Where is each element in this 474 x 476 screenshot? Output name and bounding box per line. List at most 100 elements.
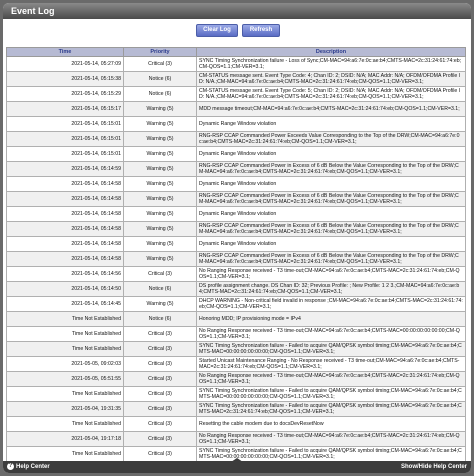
cell-time: 2021-05-04, 19:31:35	[6, 401, 124, 417]
cell-description: RNG-RSP CCAP Commanded Power Exceeds Val…	[196, 131, 466, 147]
cell-priority: Critical (3)	[123, 326, 197, 342]
event-log-window: Event Log Clear Log Refresh Time Priorit…	[3, 3, 471, 473]
cell-priority: Critical (3)	[123, 356, 197, 372]
cell-priority: Critical (3)	[123, 416, 197, 432]
cell-priority: Warning (5)	[123, 221, 197, 237]
cell-description: CM-STATUS message sent. Event Type Code:…	[196, 86, 466, 102]
cell-priority: Notice (6)	[123, 86, 197, 102]
cell-description: SYNC Timing Synchronization failure - Fa…	[196, 386, 466, 402]
cell-priority: Notice (6)	[123, 281, 197, 297]
cell-description: Dynamic Range Window violation	[196, 146, 466, 162]
cell-priority: Warning (5)	[123, 161, 197, 177]
column-header-time[interactable]: Time	[6, 47, 124, 57]
table-row: 2021-05-14, 05:15:17 Warning (5) MDD messa…	[6, 101, 466, 117]
show-hide-help-center-link[interactable]: Show/Hide Help Center	[401, 461, 467, 473]
cell-description: RNG-RSP CCAP Commanded Power in Excess o…	[196, 161, 466, 177]
cell-time: 2021-05-14, 05:14:56	[6, 266, 124, 282]
cell-description: Dynamic Range Window violation	[196, 116, 466, 132]
cell-priority: Critical (3)	[123, 266, 197, 282]
table-row: 2021-05-14, 05:15:29 Notice (6) CM-STATUS …	[6, 86, 466, 102]
table-row: 2021-05-14, 05:14:45 Warning (5) DHCP WARN…	[6, 296, 466, 312]
cell-time: 2021-05-04, 19:17:18	[6, 431, 124, 447]
table-row: 2021-05-05, 05:51:55 Critical (3) No Rangi…	[6, 371, 466, 387]
window-title: Event Log	[3, 3, 471, 19]
cell-time: Time Not Established	[6, 386, 124, 402]
cell-description: DHCP WARNING - Non-critical field invali…	[196, 296, 466, 312]
cell-priority: Critical (3)	[123, 401, 197, 417]
cell-priority: Critical (3)	[123, 446, 197, 462]
cell-priority: Warning (5)	[123, 116, 197, 132]
cell-time: 2021-05-05, 05:51:55	[6, 371, 124, 387]
table-row: 2021-05-14, 05:15:01 Warning (5) RNG-RSP C…	[6, 131, 466, 147]
cell-description: No Ranging Response received - T3 time-o…	[196, 431, 466, 447]
cell-time: Time Not Established	[6, 416, 124, 432]
refresh-button[interactable]: Refresh	[242, 24, 280, 37]
cell-description: CM-STATUS message sent. Event Type Code:…	[196, 71, 466, 87]
cell-description: No Ranging Response received - T3 time-o…	[196, 371, 466, 387]
clear-log-button[interactable]: Clear Log	[196, 24, 238, 37]
cell-description: DS profile assignment change. DS Chan ID…	[196, 281, 466, 297]
cell-time: 2021-05-14, 05:27:09	[6, 56, 124, 72]
cell-description: Started Unicast Maintenance Ranging - No…	[196, 356, 466, 372]
cell-priority: Warning (5)	[123, 206, 197, 222]
cell-priority: Warning (5)	[123, 101, 197, 117]
cell-time: 2021-05-14, 05:15:01	[6, 131, 124, 147]
drawer-handle[interactable]	[231, 458, 243, 462]
cell-priority: Warning (5)	[123, 131, 197, 147]
table-body: 2021-05-14, 05:27:09 Critical (3) SYNC Tim…	[6, 56, 466, 473]
help-center-link[interactable]: ? Help Center	[7, 461, 50, 473]
table-row: 2021-05-04, 19:31:35 Critical (3) SYNC Tim…	[6, 401, 466, 417]
cell-time: 2021-05-14, 05:15:29	[6, 86, 124, 102]
table-row: 2021-05-14, 05:15:01 Warning (5) Dynamic R…	[6, 116, 466, 132]
table-row: 2021-05-14, 05:15:38 Notice (6) CM-STATUS …	[6, 71, 466, 87]
table-row: 2021-05-14, 05:14:58 Warning (5) Dynamic R…	[6, 206, 466, 222]
cell-priority: Critical (3)	[123, 56, 197, 72]
cell-priority: Critical (3)	[123, 431, 197, 447]
table-header-row: Time Priority Description	[6, 47, 466, 57]
cell-description: No Ranging Response received - T3 time-o…	[196, 266, 466, 282]
cell-time: 2021-05-14, 05:14:58	[6, 176, 124, 192]
cell-priority: Critical (3)	[123, 386, 197, 402]
cell-priority: Warning (5)	[123, 191, 197, 207]
cell-priority: Notice (6)	[123, 71, 197, 87]
cell-priority: Notice (6)	[123, 311, 197, 327]
column-header-description[interactable]: Description	[196, 47, 466, 57]
action-bar: Clear Log Refresh	[3, 19, 471, 39]
cell-description: Dynamic Range Window violation	[196, 236, 466, 252]
table-row: Time Not Established Critical (3) No Rangi…	[6, 326, 466, 342]
cell-time: 2021-05-14, 05:14:45	[6, 296, 124, 312]
cell-time: 2021-05-05, 09:02:03	[6, 356, 124, 372]
table-row: Time Not Established Notice (6) Honoring M…	[6, 311, 466, 327]
table-row: 2021-05-14, 05:14:59 Warning (5) RNG-RSP C…	[6, 161, 466, 177]
cell-time: 2021-05-14, 05:14:50	[6, 281, 124, 297]
table-row: Time Not Established Critical (3) SYNC Tim…	[6, 386, 466, 402]
cell-description: SYNC Timing Synchronization failure - Lo…	[196, 56, 466, 72]
help-center-label: Help Center	[16, 464, 50, 470]
table-row: 2021-05-14, 05:15:01 Warning (5) Dynamic R…	[6, 146, 466, 162]
cell-description: SYNC Timing Synchronization failure - Fa…	[196, 341, 466, 357]
cell-time: Time Not Established	[6, 446, 124, 462]
table-row: 2021-05-14, 05:14:56 Critical (3) No Rangi…	[6, 266, 466, 282]
column-header-priority[interactable]: Priority	[123, 47, 197, 57]
cell-description: Resetting the cable modem due to docsDev…	[196, 416, 466, 432]
cell-description: RNG-RSP CCAP Commanded Power in Excess o…	[196, 251, 466, 267]
cell-description: SYNC Timing Synchronization failure - Fa…	[196, 401, 466, 417]
cell-time: 2021-05-14, 05:14:58	[6, 191, 124, 207]
cell-priority: Warning (5)	[123, 296, 197, 312]
cell-description: Dynamic Range Window violation	[196, 206, 466, 222]
table-row: 2021-05-14, 05:14:58 Warning (5) Dynamic R…	[6, 236, 466, 252]
cell-time: 2021-05-14, 05:15:01	[6, 146, 124, 162]
cell-time: 2021-05-14, 05:14:58	[6, 221, 124, 237]
cell-time: 2021-05-14, 05:14:58	[6, 251, 124, 267]
cell-description: RNG-RSP CCAP Commanded Power in Excess o…	[196, 191, 466, 207]
cell-description: No Ranging Response received - T3 time-o…	[196, 326, 466, 342]
table-row: Time Not Established Critical (3) Resettin…	[6, 416, 466, 432]
cell-time: Time Not Established	[6, 341, 124, 357]
table-row: 2021-05-14, 05:14:58 Warning (5) RNG-RSP C…	[6, 191, 466, 207]
cell-time: 2021-05-14, 05:15:01	[6, 116, 124, 132]
event-log-table: Time Priority Description 2021-05-14, 05…	[6, 47, 466, 473]
table-row: 2021-05-14, 05:14:58 Warning (5) RNG-RSP C…	[6, 251, 466, 267]
cell-description: Honoring MDD; IP provisioning mode = IPv…	[196, 311, 466, 327]
cell-time: Time Not Established	[6, 326, 124, 342]
cell-time: 2021-05-14, 05:15:17	[6, 101, 124, 117]
